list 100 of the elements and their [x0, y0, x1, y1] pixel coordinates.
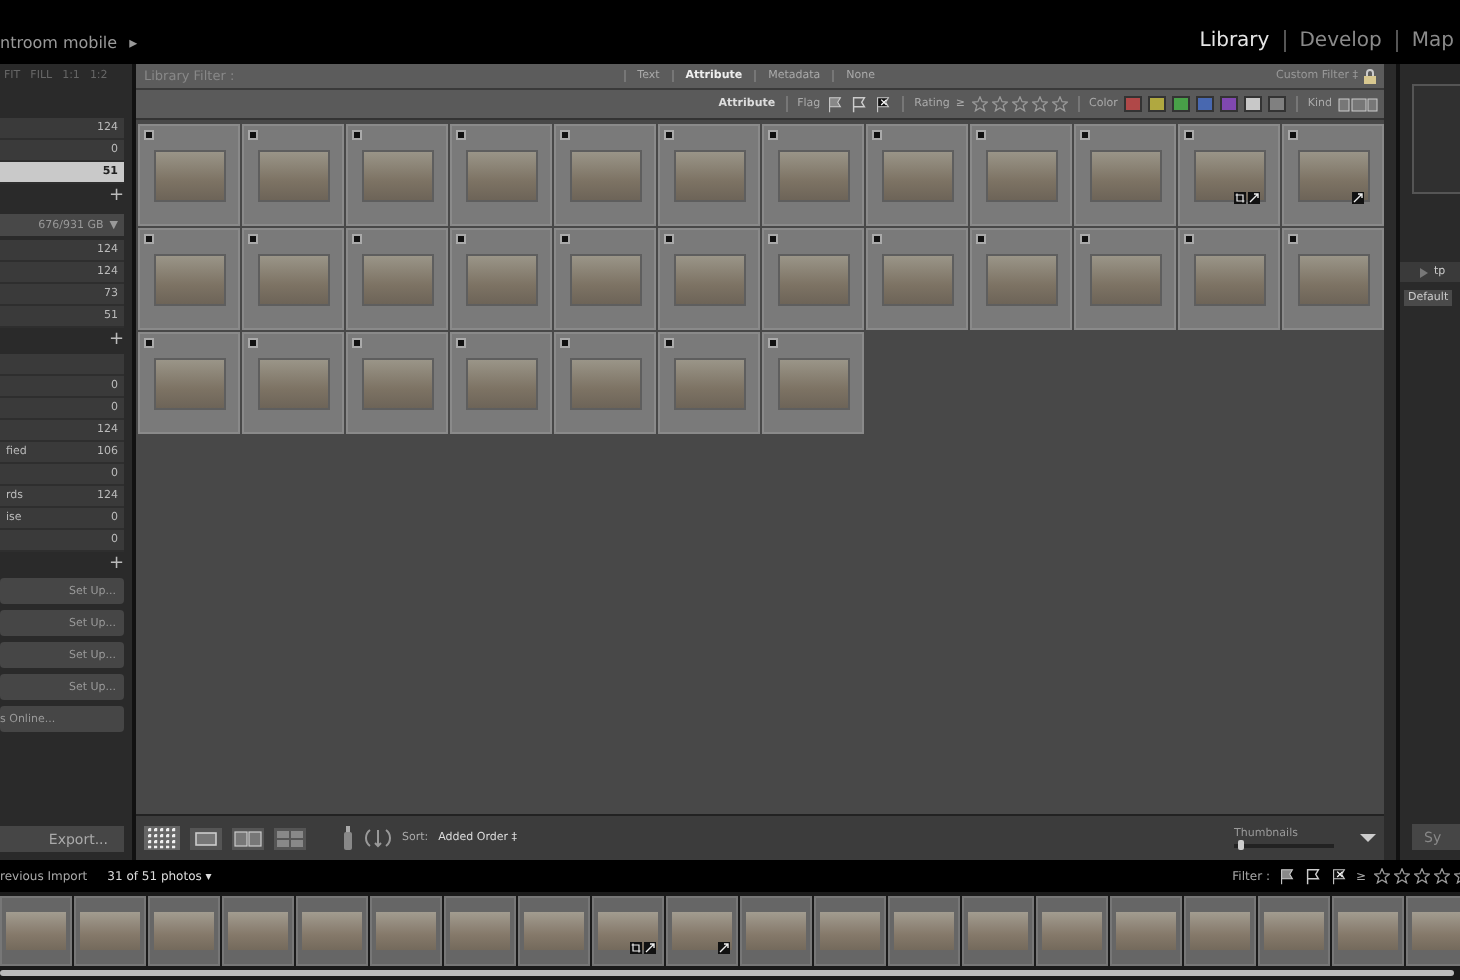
star-icon[interactable] — [1434, 868, 1450, 884]
grid-view-icon[interactable] — [144, 826, 180, 850]
sort-direction-icon[interactable] — [364, 826, 392, 850]
module-tab[interactable]: Library — [1185, 30, 1286, 52]
flag-icon[interactable] — [144, 234, 154, 244]
flag-icon[interactable] — [248, 338, 258, 348]
filmstrip-cell[interactable] — [296, 896, 368, 966]
flag-icon[interactable] — [352, 338, 362, 348]
filmstrip-cell[interactable] — [740, 896, 812, 966]
compare-view-icon[interactable] — [232, 827, 264, 849]
filmstrip-cell[interactable] — [666, 896, 738, 966]
filmstrip-cell[interactable] — [74, 896, 146, 966]
dropdown-icon[interactable] — [1360, 832, 1376, 844]
grid-cell[interactable] — [554, 124, 656, 226]
flag-icon[interactable] — [560, 234, 570, 244]
flag-icon[interactable] — [872, 130, 882, 140]
grid-cell[interactable] — [1282, 228, 1384, 330]
grid-cell[interactable] — [658, 124, 760, 226]
spray-can-icon[interactable] — [342, 826, 354, 850]
star-icon[interactable] — [1374, 868, 1390, 884]
filmstrip-cell[interactable] — [444, 896, 516, 966]
flag-icon[interactable] — [768, 338, 778, 348]
flag-icon[interactable] — [768, 130, 778, 140]
flag-icon[interactable] — [1288, 234, 1298, 244]
filmstrip-cell[interactable] — [518, 896, 590, 966]
filmstrip-cell[interactable] — [1110, 896, 1182, 966]
flag-icon[interactable] — [456, 130, 466, 140]
grid-cell[interactable] — [138, 124, 240, 226]
lock-icon[interactable] — [1364, 68, 1376, 84]
star-icon[interactable] — [1414, 868, 1430, 884]
flag-icon[interactable] — [248, 130, 258, 140]
filmstrip-cell[interactable] — [888, 896, 960, 966]
flag-icon[interactable] — [560, 130, 570, 140]
filmstrip-cell[interactable] — [370, 896, 442, 966]
star-icon[interactable] — [1031, 96, 1047, 112]
scrollbar-thumb[interactable] — [0, 970, 1454, 976]
flag-icon[interactable] — [560, 338, 570, 348]
grid-cell[interactable] — [346, 332, 448, 434]
grid-cell[interactable] — [1074, 124, 1176, 226]
reject-flag-icon[interactable] — [1329, 867, 1348, 885]
grid-cell[interactable] — [658, 332, 760, 434]
star-icon[interactable] — [971, 96, 987, 112]
grid-cell[interactable] — [554, 228, 656, 330]
flag-icon[interactable] — [1184, 234, 1194, 244]
filmstrip-cell[interactable] — [1258, 896, 1330, 966]
star-icon[interactable] — [1011, 96, 1027, 112]
grid-cell[interactable] — [1178, 124, 1280, 226]
star-icon[interactable] — [1051, 96, 1067, 112]
flag-icon[interactable] — [456, 338, 466, 348]
survey-view-icon[interactable] — [274, 827, 306, 849]
add-button[interactable]: + — [108, 188, 124, 206]
grid-cell[interactable] — [1178, 228, 1280, 330]
grid-cell[interactable] — [346, 124, 448, 226]
grid-cell[interactable] — [242, 228, 344, 330]
reject-flag-icon[interactable] — [874, 95, 893, 113]
grid-cell[interactable] — [242, 124, 344, 226]
add-button[interactable]: + — [108, 556, 124, 574]
module-tab[interactable]: Map — [1397, 30, 1460, 52]
grid-cell[interactable] — [970, 228, 1072, 330]
color-swatch[interactable] — [1195, 96, 1214, 112]
color-swatch[interactable] — [1219, 96, 1238, 112]
identity-arrow[interactable]: ▸ — [129, 34, 138, 52]
grid-cell[interactable] — [138, 332, 240, 434]
grid-cell[interactable] — [346, 228, 448, 330]
flag-icon[interactable] — [1184, 130, 1194, 140]
grid-cell[interactable] — [762, 332, 864, 434]
flag-icon[interactable] — [248, 234, 258, 244]
filmstrip-cell[interactable] — [222, 896, 294, 966]
filmstrip-cell[interactable] — [1184, 896, 1256, 966]
filmstrip-cell[interactable] — [1036, 896, 1108, 966]
flag-icon[interactable] — [1288, 130, 1298, 140]
grid-cell[interactable] — [450, 332, 552, 434]
grid-cell[interactable] — [1074, 228, 1176, 330]
color-swatch[interactable] — [1267, 96, 1286, 112]
grid-cell[interactable] — [242, 332, 344, 434]
flag-icon[interactable] — [664, 234, 674, 244]
color-swatch[interactable] — [1147, 96, 1166, 112]
grid-cell[interactable] — [762, 228, 864, 330]
grid-cell[interactable] — [554, 332, 656, 434]
flag-icon[interactable] — [1080, 234, 1090, 244]
flag-icon[interactable] — [352, 130, 362, 140]
slider-thumb[interactable] — [1237, 840, 1243, 850]
color-swatch[interactable] — [1243, 96, 1262, 112]
flag-icon[interactable] — [976, 130, 986, 140]
grid-cell[interactable] — [658, 228, 760, 330]
grid-cell[interactable] — [450, 124, 552, 226]
kind-icons[interactable] — [1338, 97, 1378, 111]
color-swatch[interactable] — [1123, 96, 1142, 112]
loupe-view-icon[interactable] — [190, 827, 222, 849]
color-swatch[interactable] — [1171, 96, 1190, 112]
filmstrip-cell[interactable] — [592, 896, 664, 966]
add-button[interactable]: + — [108, 332, 124, 350]
star-icon[interactable] — [991, 96, 1007, 112]
filmstrip-cell[interactable] — [1406, 896, 1460, 966]
filmstrip-cell[interactable] — [814, 896, 886, 966]
flag-icon[interactable] — [976, 234, 986, 244]
filmstrip-cell[interactable] — [148, 896, 220, 966]
flag-icon[interactable] — [664, 338, 674, 348]
filmstrip-cell[interactable] — [962, 896, 1034, 966]
grid-cell[interactable] — [866, 228, 968, 330]
